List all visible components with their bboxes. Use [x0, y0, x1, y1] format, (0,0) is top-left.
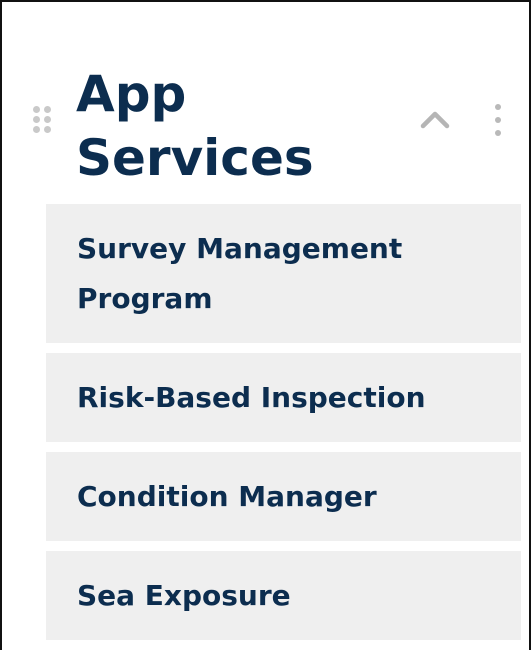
drag-dot — [33, 106, 40, 113]
service-item-label: Survey Management Program — [77, 231, 403, 315]
panel-header: App Services — [2, 2, 529, 202]
service-item-sea-exposure[interactable]: Sea Exposure — [46, 551, 521, 640]
drag-dot — [44, 116, 51, 123]
drag-handle-icon[interactable] — [33, 106, 59, 136]
drag-dot — [44, 126, 51, 133]
services-list: Survey Management Program Risk-Based Ins… — [46, 204, 521, 650]
app-services-panel: App Services Survey Management Program R… — [0, 0, 531, 652]
drag-dot — [44, 106, 51, 113]
more-dot — [495, 104, 501, 110]
service-item-condition-manager[interactable]: Condition Manager — [46, 452, 521, 541]
panel-title: App Services — [76, 62, 396, 190]
drag-dot — [33, 116, 40, 123]
service-item-risk-based-inspection[interactable]: Risk-Based Inspection — [46, 353, 521, 442]
service-item-label: Sea Exposure — [77, 578, 291, 612]
more-dot — [495, 117, 501, 123]
service-item-survey-management-program[interactable]: Survey Management Program — [46, 204, 521, 343]
service-item-label: Risk-Based Inspection — [77, 380, 426, 414]
panel-title-line-2: Services — [76, 129, 314, 187]
drag-dot — [33, 126, 40, 133]
panel-title-line-1: App — [76, 65, 187, 123]
collapse-button[interactable] — [412, 98, 458, 138]
chevron-up-icon — [420, 111, 450, 129]
more-options-button[interactable] — [484, 98, 512, 142]
more-dot — [495, 130, 501, 136]
panel-bottom-edge — [2, 642, 529, 652]
service-item-label: Condition Manager — [77, 479, 377, 513]
